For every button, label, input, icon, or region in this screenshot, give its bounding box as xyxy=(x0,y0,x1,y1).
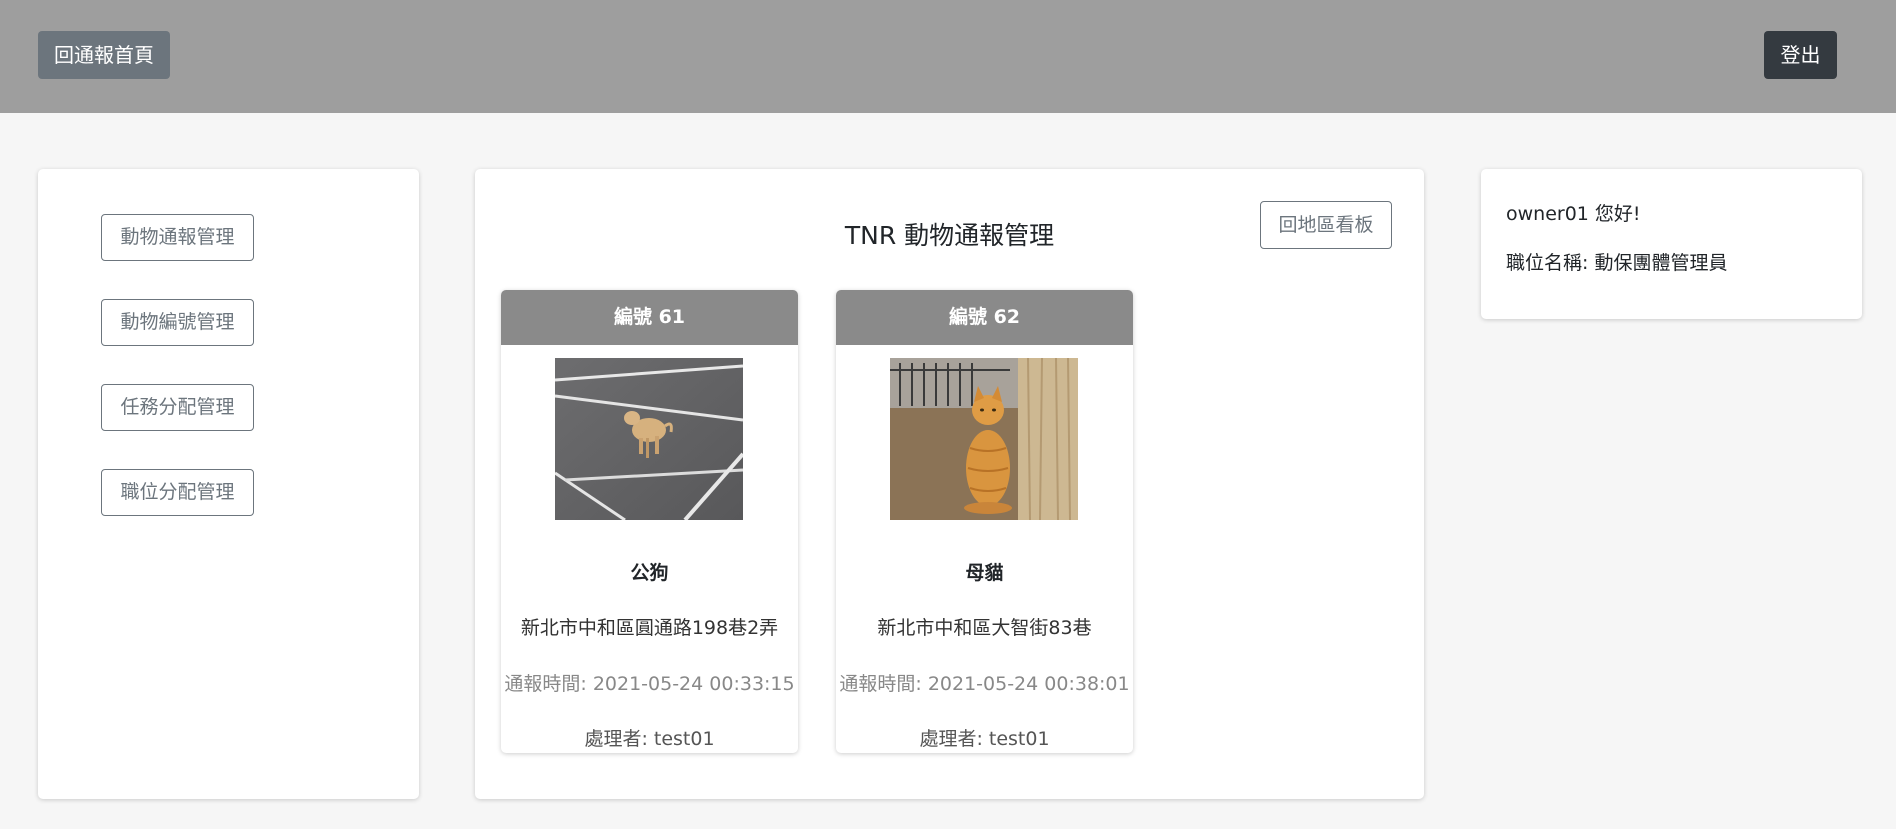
cat-photo xyxy=(890,358,1078,520)
report-time: 通報時間: 2021-05-24 00:33:15 xyxy=(504,673,795,695)
report-handler: 處理者: test01 xyxy=(919,728,1050,750)
user-role: 職位名稱: 動保團體管理員 xyxy=(1506,252,1728,274)
report-card[interactable]: 編號 61 公狗 新北市中和區圓通路198巷2弄 通報時間: 2021-05-2… xyxy=(501,290,798,753)
back-to-region-board-button[interactable]: 回地區看板 xyxy=(1260,201,1392,249)
logout-button[interactable]: 登出 xyxy=(1764,31,1837,79)
card-number-header: 編號 61 xyxy=(501,290,798,345)
sidebar-item-role-assignment[interactable]: 職位分配管理 xyxy=(101,469,254,516)
sidebar-item-animal-number[interactable]: 動物編號管理 xyxy=(101,299,254,346)
report-handler: 處理者: test01 xyxy=(584,728,715,750)
card-number-header: 編號 62 xyxy=(836,290,1133,345)
sidebar-item-task-assignment[interactable]: 任務分配管理 xyxy=(101,384,254,431)
sidebar-item-animal-report[interactable]: 動物通報管理 xyxy=(101,214,254,261)
main-panel: TNR 動物通報管理 回地區看板 編號 61 公狗 新北市中和區圓通路198巷2… xyxy=(475,169,1424,799)
report-time: 通報時間: 2021-05-24 00:38:01 xyxy=(839,673,1130,695)
dog-photo xyxy=(555,358,743,520)
report-address: 新北市中和區圓通路198巷2弄 xyxy=(520,617,779,639)
report-address: 新北市中和區大智街83巷 xyxy=(877,617,1092,639)
sidebar-panel: 動物通報管理 動物編號管理 任務分配管理 職位分配管理 xyxy=(38,169,419,799)
user-info-panel: owner01 您好! 職位名稱: 動保團體管理員 xyxy=(1481,169,1862,319)
top-navbar: 回通報首頁 登出 xyxy=(0,0,1896,113)
animal-type: 公狗 xyxy=(630,562,669,584)
user-greeting: owner01 您好! xyxy=(1506,203,1641,225)
animal-type: 母貓 xyxy=(965,562,1004,584)
report-card[interactable]: 編號 62 母貓 新北市中和區大智街83巷 通報時間: 2021-05-24 0… xyxy=(836,290,1133,753)
back-to-report-home-button[interactable]: 回通報首頁 xyxy=(38,31,170,79)
